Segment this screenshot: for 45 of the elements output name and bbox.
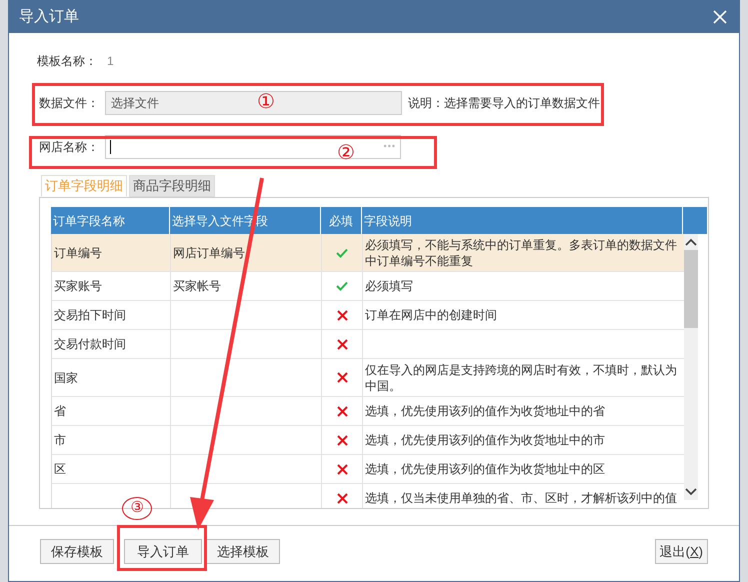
table-cell-text: 交易付款时间 bbox=[54, 336, 126, 353]
table-row[interactable]: 市 选填，优先使用该列的值作为收货地址中的市 bbox=[52, 426, 684, 455]
table-cell: 选填，优先使用该列的值作为收货地址中的区 bbox=[365, 461, 605, 477]
step-number: ① bbox=[257, 92, 275, 112]
table-cell-text: 交易拍下时间 bbox=[54, 307, 126, 324]
template-value: 1 bbox=[107, 53, 114, 70]
table-cell: 选填，优先使用该列的值作为收货地址中的省 bbox=[365, 403, 605, 419]
table-row[interactable]: 买家账号 买家帐号 必须填写 bbox=[52, 272, 684, 301]
table-row[interactable]: 国家 仅在导入的网店是支持跨境的网店时有效，不填时，默认为中国。 bbox=[52, 359, 684, 397]
table-cell-text: 买家账号 bbox=[54, 278, 102, 295]
table-cell-text: 仅在导入的网店是支持跨境的网店时有效，不填时，默认为中国。 bbox=[365, 362, 678, 394]
table-cell-text: 买家帐号 bbox=[173, 278, 221, 295]
footer-button[interactable]: 导入订单 bbox=[124, 539, 202, 564]
shop-label: 网店名称： bbox=[39, 139, 100, 156]
table-cell-text: 省 bbox=[54, 403, 66, 420]
table-cell: 选填，优先使用该列的值作为收货地址中的市 bbox=[365, 432, 605, 448]
table-cell-text: 市 bbox=[54, 432, 66, 449]
table-row[interactable]: 订单编号 网店订单编号 必须填写，不能与系统中的订单重复。多表订单的数据文件中订单编号不能重复 bbox=[52, 234, 684, 272]
file-note: 说明：选择需要导入的订单数据文件 bbox=[408, 95, 600, 112]
scrollbar[interactable] bbox=[684, 234, 698, 500]
table-cell-text: 国家 bbox=[54, 370, 78, 386]
close-icon bbox=[712, 9, 728, 25]
scroll-down-icon[interactable] bbox=[685, 488, 697, 496]
table-cell-text: 必须填写，不能与系统中的订单重复。多表订单的数据文件中订单编号不能重复 bbox=[365, 236, 678, 268]
template-label: 模板名称： bbox=[37, 53, 97, 70]
data-file-label: 数据文件： bbox=[39, 95, 100, 112]
footer-button[interactable]: 选择模板 bbox=[206, 539, 280, 564]
table-row[interactable]: 区 选填，优先使用该列的值作为收货地址中的区 bbox=[52, 455, 684, 484]
table-cell-text: 区 bbox=[54, 461, 66, 478]
table-cell: 必须填写 bbox=[365, 278, 413, 294]
table-row[interactable]: 交易拍下时间 订单在网店中的创建时间 bbox=[52, 301, 684, 330]
scroll-thumb[interactable] bbox=[684, 250, 698, 328]
table-row[interactable]: 交易付款时间 bbox=[52, 330, 684, 359]
table-cell: 选填，仅当未使用单独的省、市、区时，才解析该列中的值 bbox=[365, 490, 677, 506]
footer-button[interactable]: 保存模板 bbox=[40, 539, 114, 564]
close-button[interactable] bbox=[711, 8, 729, 26]
scroll-up-icon[interactable] bbox=[685, 238, 697, 246]
tab[interactable]: 商品字段明细 bbox=[129, 175, 215, 197]
table-cell: 订单在网店中的创建时间 bbox=[365, 307, 497, 323]
window-title: 导入订单 bbox=[19, 6, 79, 27]
step-number: ③ bbox=[122, 497, 152, 520]
table-row[interactable]: 省 选填，优先使用该列的值作为收货地址中的省 bbox=[52, 397, 684, 426]
table-cell-text: 订单编号 bbox=[54, 244, 102, 262]
exit-button[interactable]: 退出(X) bbox=[654, 539, 708, 564]
table-cell-text: 网店订单编号 bbox=[173, 244, 245, 262]
